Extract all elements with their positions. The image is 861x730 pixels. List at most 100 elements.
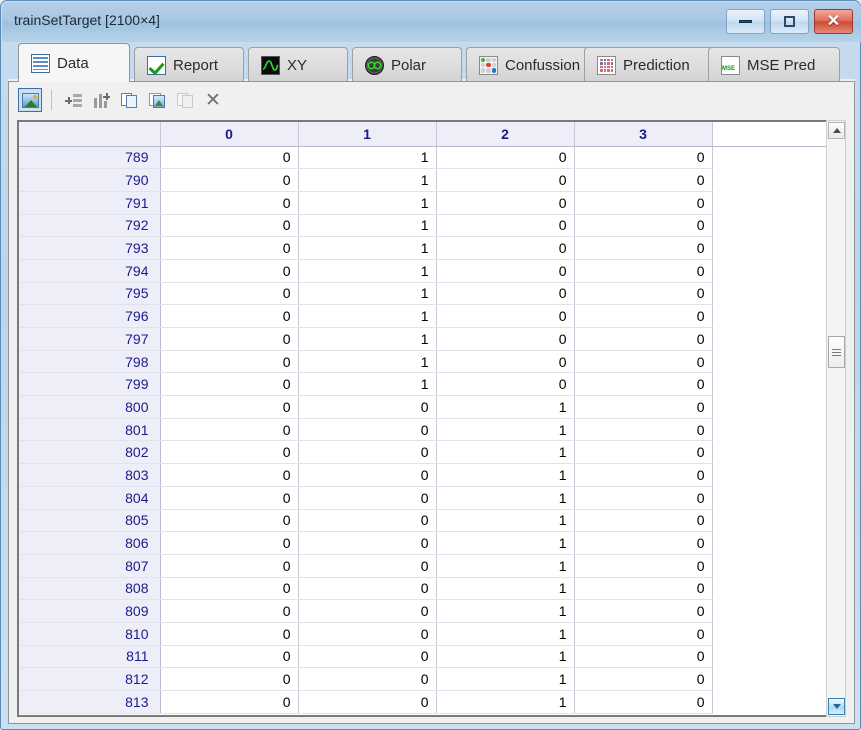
table-cell[interactable]: 0 <box>574 214 713 238</box>
table-cell[interactable]: 0 <box>298 463 437 487</box>
tab-xy[interactable]: XY <box>248 47 348 82</box>
row-header-corner[interactable] <box>19 122 161 147</box>
scroll-down-button[interactable] <box>828 698 845 715</box>
table-cell[interactable]: 0 <box>160 168 299 192</box>
table-row[interactable]: 801 0 0 1 0 <box>19 418 831 442</box>
table-cell[interactable]: 0 <box>160 191 299 215</box>
table-cell[interactable]: 0 <box>298 645 437 669</box>
table-cell[interactable]: 0 <box>574 259 713 283</box>
table-cell[interactable]: 0 <box>160 645 299 669</box>
table-cell[interactable]: 0 <box>574 577 713 601</box>
row-header[interactable]: 793 <box>19 236 161 260</box>
minimize-button[interactable] <box>726 9 765 34</box>
table-cell[interactable]: 1 <box>298 282 437 306</box>
row-header[interactable]: 795 <box>19 282 161 306</box>
table-cell[interactable]: 0 <box>436 146 575 170</box>
table-cell[interactable]: 0 <box>160 509 299 533</box>
table-cell[interactable]: 0 <box>160 372 299 397</box>
table-row[interactable]: 809 0 0 1 0 <box>19 599 831 623</box>
table-cell[interactable]: 0 <box>436 304 575 328</box>
table-cell[interactable]: 0 <box>436 327 575 351</box>
table-cell[interactable]: 0 <box>298 622 437 646</box>
insert-column-button[interactable] <box>89 88 113 112</box>
table-cell[interactable]: 0 <box>574 622 713 646</box>
table-row[interactable]: 789 0 1 0 0 <box>19 146 831 170</box>
row-header[interactable]: 810 <box>19 622 161 646</box>
table-cell[interactable]: 1 <box>298 214 437 238</box>
table-cell[interactable]: 1 <box>298 191 437 215</box>
row-header[interactable]: 813 <box>19 690 161 714</box>
row-header[interactable]: 796 <box>19 304 161 328</box>
row-header[interactable]: 803 <box>19 463 161 487</box>
table-cell[interactable]: 0 <box>298 667 437 691</box>
table-cell[interactable]: 0 <box>574 146 713 170</box>
tab-report[interactable]: Report <box>134 47 244 82</box>
table-cell[interactable]: 0 <box>436 214 575 238</box>
row-header[interactable]: 806 <box>19 531 161 555</box>
table-cell[interactable]: 1 <box>298 236 437 260</box>
table-row[interactable]: 812 0 0 1 0 <box>19 667 831 691</box>
table-cell[interactable]: 0 <box>298 509 437 533</box>
row-header[interactable]: 791 <box>19 191 161 215</box>
copy-image-button[interactable] <box>145 88 169 112</box>
row-header[interactable]: 804 <box>19 486 161 510</box>
row-header[interactable]: 809 <box>19 599 161 623</box>
table-row[interactable]: 790 0 1 0 0 <box>19 168 831 192</box>
table-cell[interactable]: 0 <box>160 599 299 623</box>
table-cell[interactable]: 0 <box>574 667 713 691</box>
table-cell[interactable]: 1 <box>298 146 437 170</box>
table-cell[interactable]: 0 <box>574 304 713 328</box>
table-cell[interactable]: 1 <box>436 509 575 533</box>
insert-row-button[interactable] <box>61 88 85 112</box>
table-row[interactable]: 791 0 1 0 0 <box>19 191 831 215</box>
table-cell[interactable]: 0 <box>160 531 299 555</box>
table-cell[interactable]: 1 <box>436 622 575 646</box>
table-row[interactable]: 799 0 1 0 0 <box>19 372 831 397</box>
scrollbar-thumb[interactable] <box>828 336 845 368</box>
table-cell[interactable]: 0 <box>160 690 299 714</box>
table-cell[interactable]: 0 <box>298 531 437 555</box>
table-row[interactable]: 803 0 0 1 0 <box>19 463 831 487</box>
row-header[interactable]: 812 <box>19 667 161 691</box>
table-cell[interactable]: 0 <box>574 418 713 442</box>
table-cell[interactable]: 0 <box>574 395 713 419</box>
table-cell[interactable]: 0 <box>160 418 299 442</box>
table-row[interactable]: 796 0 1 0 0 <box>19 304 831 328</box>
table-cell[interactable]: 0 <box>160 327 299 351</box>
table-cell[interactable]: 0 <box>574 236 713 260</box>
table-row[interactable]: 794 0 1 0 0 <box>19 259 831 283</box>
table-cell[interactable]: 0 <box>298 577 437 601</box>
table-cell[interactable]: 0 <box>160 463 299 487</box>
table-cell[interactable]: 0 <box>574 531 713 555</box>
row-header[interactable]: 805 <box>19 509 161 533</box>
table-cell[interactable]: 0 <box>574 372 713 397</box>
table-cell[interactable]: 1 <box>436 486 575 510</box>
table-cell[interactable]: 1 <box>436 690 575 714</box>
restore-button[interactable] <box>770 9 809 34</box>
table-cell[interactable]: 0 <box>436 236 575 260</box>
table-row[interactable]: 813 0 0 1 0 <box>19 690 831 714</box>
table-cell[interactable]: 1 <box>298 259 437 283</box>
table-row[interactable]: 795 0 1 0 0 <box>19 282 831 306</box>
table-cell[interactable]: 1 <box>436 554 575 578</box>
table-cell[interactable]: 0 <box>574 645 713 669</box>
row-header[interactable]: 798 <box>19 350 161 374</box>
table-row[interactable]: 804 0 0 1 0 <box>19 486 831 510</box>
delete-button[interactable]: ✕ <box>201 88 225 112</box>
table-cell[interactable]: 1 <box>436 645 575 669</box>
table-cell[interactable]: 0 <box>574 554 713 578</box>
table-row[interactable]: 807 0 0 1 0 <box>19 554 831 578</box>
tab-polar[interactable]: Polar <box>352 47 462 82</box>
table-cell[interactable]: 0 <box>160 350 299 374</box>
table-cell[interactable]: 0 <box>160 259 299 283</box>
table-cell[interactable]: 0 <box>160 236 299 260</box>
row-header[interactable]: 794 <box>19 259 161 283</box>
table-row[interactable]: 798 0 1 0 0 <box>19 350 831 374</box>
table-cell[interactable]: 1 <box>436 667 575 691</box>
table-cell[interactable]: 0 <box>160 577 299 601</box>
table-row[interactable]: 792 0 1 0 0 <box>19 214 831 238</box>
column-header-3[interactable]: 3 <box>574 122 713 147</box>
table-cell[interactable]: 0 <box>160 146 299 170</box>
table-cell[interactable]: 0 <box>160 214 299 238</box>
table-row[interactable]: 811 0 0 1 0 <box>19 645 831 669</box>
